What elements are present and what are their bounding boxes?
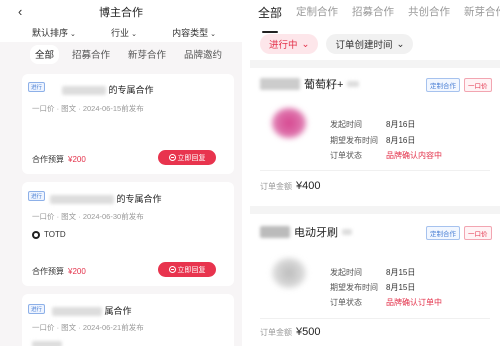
order-filters: 进行中 ⌄ 订单创建时间 ⌄ — [260, 34, 414, 54]
order-type-badge: 定制合作 — [426, 78, 460, 92]
card-subtitle: 一口价 · 图文 · 2024-06-21前发布 — [32, 323, 144, 332]
order-row: 发起时间 8月15日 — [330, 268, 416, 277]
blurred-brand — [32, 336, 62, 346]
chevron-down-icon: ⌄ — [70, 31, 76, 38]
chevron-down-icon: ⌄ — [131, 31, 137, 38]
card-title: 的专属合作 — [62, 83, 154, 96]
industry-filter[interactable]: 行业 ⌄ — [111, 26, 137, 42]
tab-recruit[interactable]: 招募合作 — [352, 4, 394, 28]
order-amount: 订单金额 ¥400 — [260, 180, 321, 192]
chevron-down-icon: ⌄ — [301, 38, 310, 50]
brand-row: TOTD — [32, 230, 66, 239]
time-filter[interactable]: 订单创建时间 ⌄ — [326, 34, 414, 54]
order-amount: 订单金额 ¥500 — [260, 326, 321, 338]
brand-logo-icon — [32, 230, 40, 239]
category-tabs: 全部 招募合作 新芽合作 品牌邀约 — [0, 42, 242, 64]
blurred-prefix — [260, 226, 290, 238]
card-subtitle: 一口价 · 图文 · 2024-06-15前发布 — [32, 104, 144, 113]
order-row: 期望发布时间 8月15日 — [330, 283, 416, 292]
collab-card[interactable]: 进行 的专属合作 一口价 · 图文 · 2024-06-30前发布 TOTD 合… — [22, 182, 234, 286]
tab-all[interactable]: 全部 — [30, 45, 60, 64]
divider — [260, 170, 490, 171]
status-badge: 进行 — [28, 82, 46, 92]
order-card[interactable]: 电动牙刷 定制合作 一口价 发起时间 8月15日 期望发布时间 8月15日 订单状态… — [250, 214, 500, 346]
filter-bar: 默认排序 ⌄ 行业 ⌄ 内容类型 ⌄ — [0, 22, 242, 42]
blurred-name — [52, 307, 102, 317]
order-row: 期望发布时间 8月16日 — [330, 136, 416, 145]
collab-panel: ‹ 博主合作 默认排序 ⌄ 行业 ⌄ 内容类型 ⌄ 全部 招募合作 新芽合作 品牌邀约… — [0, 0, 242, 346]
product-thumbnail — [272, 108, 306, 138]
tab-custom[interactable]: 定制合作 — [296, 4, 338, 28]
chat-icon — [168, 154, 176, 161]
chevron-down-icon: ⌄ — [210, 31, 216, 38]
chat-icon — [168, 266, 176, 273]
status-badge: 进行 — [28, 191, 46, 201]
order-row: 发起时间 8月16日 — [330, 120, 416, 129]
blurred-name — [62, 86, 106, 96]
status-badge: 进行 — [28, 304, 46, 314]
product-thumbnail — [272, 258, 306, 288]
tab-brand-invite[interactable]: 品牌邀约 — [179, 45, 227, 64]
tab-all[interactable]: 全部 — [258, 4, 282, 33]
collab-card[interactable]: 进行 属合作 一口价 · 图文 · 2024-06-21前发布 — [22, 294, 234, 346]
chevron-down-icon: ⌄ — [396, 38, 405, 50]
reply-button[interactable]: 立即回复 — [158, 262, 216, 277]
order-type-badge: 定制合作 — [426, 226, 460, 240]
price-badge: 一口价 — [464, 226, 492, 240]
divider — [260, 318, 490, 319]
content-type-filter[interactable]: 内容类型 ⌄ — [172, 26, 216, 42]
page-title: 博主合作 — [99, 7, 143, 19]
sort-filter[interactable]: 默认排序 ⌄ — [32, 26, 76, 42]
collab-card[interactable]: 进行 的专属合作 一口价 · 图文 · 2024-06-15前发布 合作预算 ¥2… — [22, 74, 234, 174]
card-subtitle: 一口价 · 图文 · 2024-06-30前发布 — [32, 212, 144, 221]
tab-sprout[interactable]: 新芽合作 — [464, 4, 500, 28]
reply-button[interactable]: 立即回复 — [158, 150, 216, 165]
orders-panel: 全部 定制合作 招募合作 共创合作 新芽合作 进行中⌄ 订单创建时间⌄ 葡萄籽+… — [250, 0, 500, 346]
card-title: 的专属合作 — [50, 192, 162, 205]
order-type-tabs: 全部 定制合作 招募合作 共创合作 新芽合作 — [250, 0, 500, 33]
budget: 合作预算 ¥200 — [32, 267, 86, 276]
tab-sprout[interactable]: 新芽合作 — [123, 45, 171, 64]
order-title: 电动牙刷 — [260, 224, 352, 240]
header: ‹ 博主合作 — [0, 0, 242, 22]
budget: 合作预算 ¥200 — [32, 155, 86, 164]
card-title: 属合作 — [52, 304, 132, 317]
price-badge: 一口价 — [464, 78, 492, 92]
order-card[interactable]: 葡萄籽+ 定制合作 一口价 发起时间 8月16日 期望发布时间 8月16日 订单状态… — [250, 66, 500, 206]
tab-cocreate[interactable]: 共创合作 — [408, 4, 450, 28]
screen: ‹ 博主合作 默认排序 ⌄ 行业 ⌄ 内容类型 ⌄ 全部 招募合作 新芽合作 品牌邀约… — [0, 0, 500, 346]
blurred-name — [50, 195, 114, 205]
order-row: 订单状态 品牌确认内容中 — [330, 151, 442, 160]
tab-recruit[interactable]: 招募合作 — [67, 45, 115, 64]
order-title: 葡萄籽+ — [260, 76, 360, 92]
order-row: 订单状态 品牌确认订单中 — [330, 298, 442, 307]
status-filter[interactable]: 进行中 ⌄ — [260, 34, 319, 54]
blurred-prefix — [260, 78, 300, 90]
divider — [250, 206, 500, 214]
